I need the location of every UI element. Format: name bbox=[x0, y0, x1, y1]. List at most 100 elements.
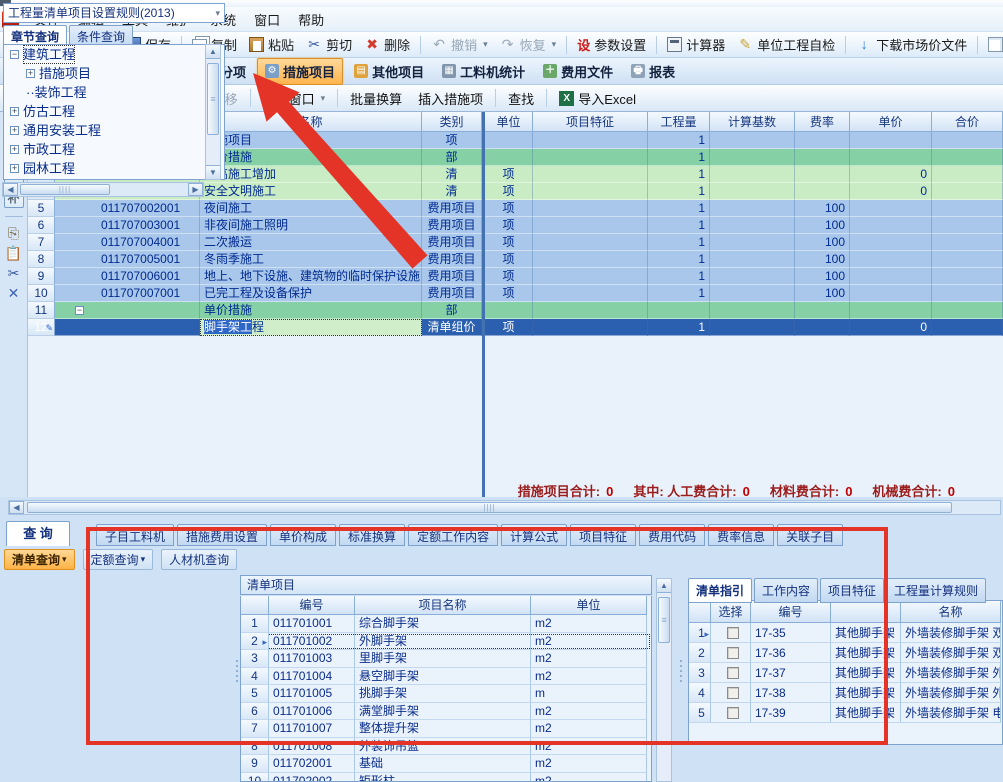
list-row-number[interactable]: 4 bbox=[241, 668, 269, 686]
guide-tab-3[interactable]: 工程量计算规则 bbox=[886, 578, 986, 603]
grid-cell-unit[interactable]: 项 bbox=[485, 251, 533, 268]
guide-cell-name[interactable]: 外墙装修脚手架 外吊 bbox=[901, 683, 1001, 703]
bottom-tab-3[interactable]: 标准换算 bbox=[339, 524, 405, 546]
list-row[interactable]: 10011702002矩形柱m2 bbox=[241, 773, 651, 782]
bottom-tab-4[interactable]: 定额工作内容 bbox=[408, 524, 498, 546]
grid-cell-total[interactable] bbox=[932, 268, 1003, 285]
bottom-tab-9[interactable]: 关联子目 bbox=[777, 524, 843, 546]
grid-cell-name[interactable]: 已完工程及设备保护 bbox=[200, 285, 422, 302]
grid-cell-unit[interactable]: 项 bbox=[485, 200, 533, 217]
list-row[interactable]: 6011701006满堂脚手架m2 bbox=[241, 703, 651, 721]
query-window-button[interactable]: 查询窗口▾ bbox=[255, 86, 334, 111]
grid-cell-code[interactable]: 011707007001 bbox=[55, 285, 200, 302]
query-button-0[interactable]: 清单查询▾ bbox=[4, 549, 75, 570]
list-row-number[interactable]: 2▸ bbox=[241, 633, 269, 651]
grid-cell-name[interactable]: 超高施工增加 bbox=[200, 166, 422, 183]
bottom-tab-6[interactable]: 项目特征 bbox=[570, 524, 636, 546]
grid-header-cell[interactable]: 类别 bbox=[422, 112, 482, 132]
grid-header-cell[interactable]: 项目特征 bbox=[533, 112, 648, 132]
grid-cell-quantity[interactable]: 1 bbox=[648, 217, 710, 234]
list-row[interactable]: 3011701003里脚手架m2 bbox=[241, 650, 651, 668]
bottom-tab-1[interactable]: 措施费用设置 bbox=[177, 524, 267, 546]
grid-cell-code[interactable]: 011707002001 bbox=[55, 200, 200, 217]
tree-node-5[interactable]: +市政工程 bbox=[4, 140, 224, 159]
guide-cell-select[interactable] bbox=[711, 643, 751, 663]
grid-cell-rate[interactable]: 100 bbox=[795, 217, 850, 234]
grid-cell-unit-price[interactable] bbox=[850, 285, 932, 302]
list-cell-code[interactable]: 011702001 bbox=[269, 755, 355, 773]
list-row-number[interactable]: 6 bbox=[241, 703, 269, 721]
checkbox[interactable] bbox=[727, 647, 739, 659]
grid-cell-category[interactable]: 部 bbox=[422, 149, 482, 166]
view-tab-4[interactable]: ▤其他项目 bbox=[347, 59, 431, 84]
view-tab-7[interactable]: 🖶报表 bbox=[624, 59, 682, 84]
guide-tab-2[interactable]: 项目特征 bbox=[820, 578, 884, 603]
grid-cell-category[interactable]: 费用项目 bbox=[422, 200, 482, 217]
grid-cell-feature[interactable] bbox=[533, 319, 648, 336]
list-cell-name[interactable]: 综合脚手架 bbox=[355, 615, 531, 633]
list-cell-unit[interactable]: m2 bbox=[531, 650, 647, 668]
list-cell-code[interactable]: 011701005 bbox=[269, 685, 355, 703]
grid-cell-total[interactable] bbox=[932, 132, 1003, 149]
guide-cell-category[interactable]: 其他脚手架 bbox=[831, 703, 901, 723]
view-tab-3[interactable]: ⚙措施项目 bbox=[257, 58, 343, 85]
guide-cell-category[interactable]: 其他脚手架 bbox=[831, 663, 901, 683]
grid-cell-category[interactable]: 费用项目 bbox=[422, 217, 482, 234]
guide-row-number[interactable]: 1▸ bbox=[689, 623, 711, 643]
grid-row[interactable]: 5011707002001夜间施工费用项目项1100 bbox=[28, 200, 1003, 217]
grid-cell-code[interactable]: − bbox=[55, 302, 200, 319]
list-cell-code[interactable]: 011701006 bbox=[269, 703, 355, 721]
guide-cell-category[interactable]: 其他脚手架 bbox=[831, 643, 901, 663]
list-cell-code[interactable]: 011701003 bbox=[269, 650, 355, 668]
grid-row[interactable]: 8011707005001冬雨季施工费用项目项1100 bbox=[28, 251, 1003, 268]
grid-cell-base[interactable] bbox=[710, 251, 795, 268]
grid-cell-rate[interactable]: 100 bbox=[795, 268, 850, 285]
scroll-thumb[interactable] bbox=[207, 63, 219, 135]
guide-tab-0[interactable]: 清单指引 bbox=[688, 578, 752, 603]
guide-cell-code[interactable]: 17-35 bbox=[751, 623, 831, 643]
grid-cell-total[interactable] bbox=[932, 302, 1003, 319]
guide-cell-name[interactable]: 外墙装修脚手架 外吊 bbox=[901, 663, 1001, 683]
grid-cell-unit[interactable]: 项 bbox=[485, 319, 533, 336]
panel-splitter[interactable] bbox=[678, 660, 683, 682]
list-row[interactable]: 5011701005挑脚手架m bbox=[241, 685, 651, 703]
list-cell-unit[interactable]: m2 bbox=[531, 633, 647, 651]
grid-header-cell[interactable]: 单位 bbox=[485, 112, 533, 132]
grid-cell-base[interactable] bbox=[710, 132, 795, 149]
grid-cell-unit[interactable]: 项 bbox=[485, 285, 533, 302]
grid-cell-unit[interactable]: 项 bbox=[485, 217, 533, 234]
grid-cell-unit[interactable]: 项 bbox=[485, 268, 533, 285]
tree-node-1[interactable]: +措施项目 bbox=[4, 64, 224, 83]
list-header-cell[interactable]: 项目名称 bbox=[355, 596, 531, 615]
menu-item-6[interactable]: 帮助 bbox=[289, 10, 333, 31]
tree-expander-icon[interactable]: − bbox=[10, 50, 19, 59]
tree-expander-icon[interactable]: + bbox=[26, 69, 35, 78]
grid-cell-name[interactable]: 单价措施 bbox=[200, 302, 422, 319]
self-check-button[interactable]: ✎单位工程自检 bbox=[731, 33, 841, 56]
bottom-tab-5[interactable]: 计算公式 bbox=[501, 524, 567, 546]
grid-cell-category[interactable]: 项 bbox=[422, 132, 482, 149]
grid-header-cell[interactable]: 费率 bbox=[795, 112, 850, 132]
grid-cell-unit-price[interactable] bbox=[850, 268, 932, 285]
grid-cell-total[interactable] bbox=[932, 285, 1003, 302]
grid-row[interactable]: 11−单价措施部 bbox=[28, 302, 1003, 319]
grid-header-cell[interactable]: 计算基数 bbox=[710, 112, 795, 132]
grid-cell-name[interactable]: 夜间施工 bbox=[200, 200, 422, 217]
grid-cell-unit-price[interactable]: 0 bbox=[850, 319, 932, 336]
tree-horizontal-scrollbar[interactable]: ◀ ▶ bbox=[2, 182, 204, 197]
batch-convert-button[interactable]: 批量换算 bbox=[342, 86, 410, 111]
grid-row-number[interactable]: 6 bbox=[28, 217, 55, 234]
guide-cell-name[interactable]: 外墙装修脚手架 双排 bbox=[901, 643, 1001, 663]
grid-cell-feature[interactable] bbox=[533, 166, 648, 183]
side-cut-icon[interactable]: ✂ bbox=[8, 265, 20, 281]
panel-splitter[interactable] bbox=[234, 660, 239, 682]
grid-cell-unit[interactable] bbox=[485, 149, 533, 166]
guide-row[interactable]: 217-36其他脚手架外墙装修脚手架 双排 bbox=[689, 643, 1002, 663]
cut-button[interactable]: ✂剪切 bbox=[300, 33, 358, 56]
guide-row[interactable]: 517-39其他脚手架外墙装修脚手架 电动 bbox=[689, 703, 1002, 723]
list-cell-code[interactable]: 011701001 bbox=[269, 615, 355, 633]
checkbox[interactable] bbox=[727, 707, 739, 719]
bottom-tab-2[interactable]: 单价构成 bbox=[270, 524, 336, 546]
grid-cell-quantity[interactable]: 1 bbox=[648, 319, 710, 336]
menu-item-5[interactable]: 窗口 bbox=[245, 10, 289, 31]
